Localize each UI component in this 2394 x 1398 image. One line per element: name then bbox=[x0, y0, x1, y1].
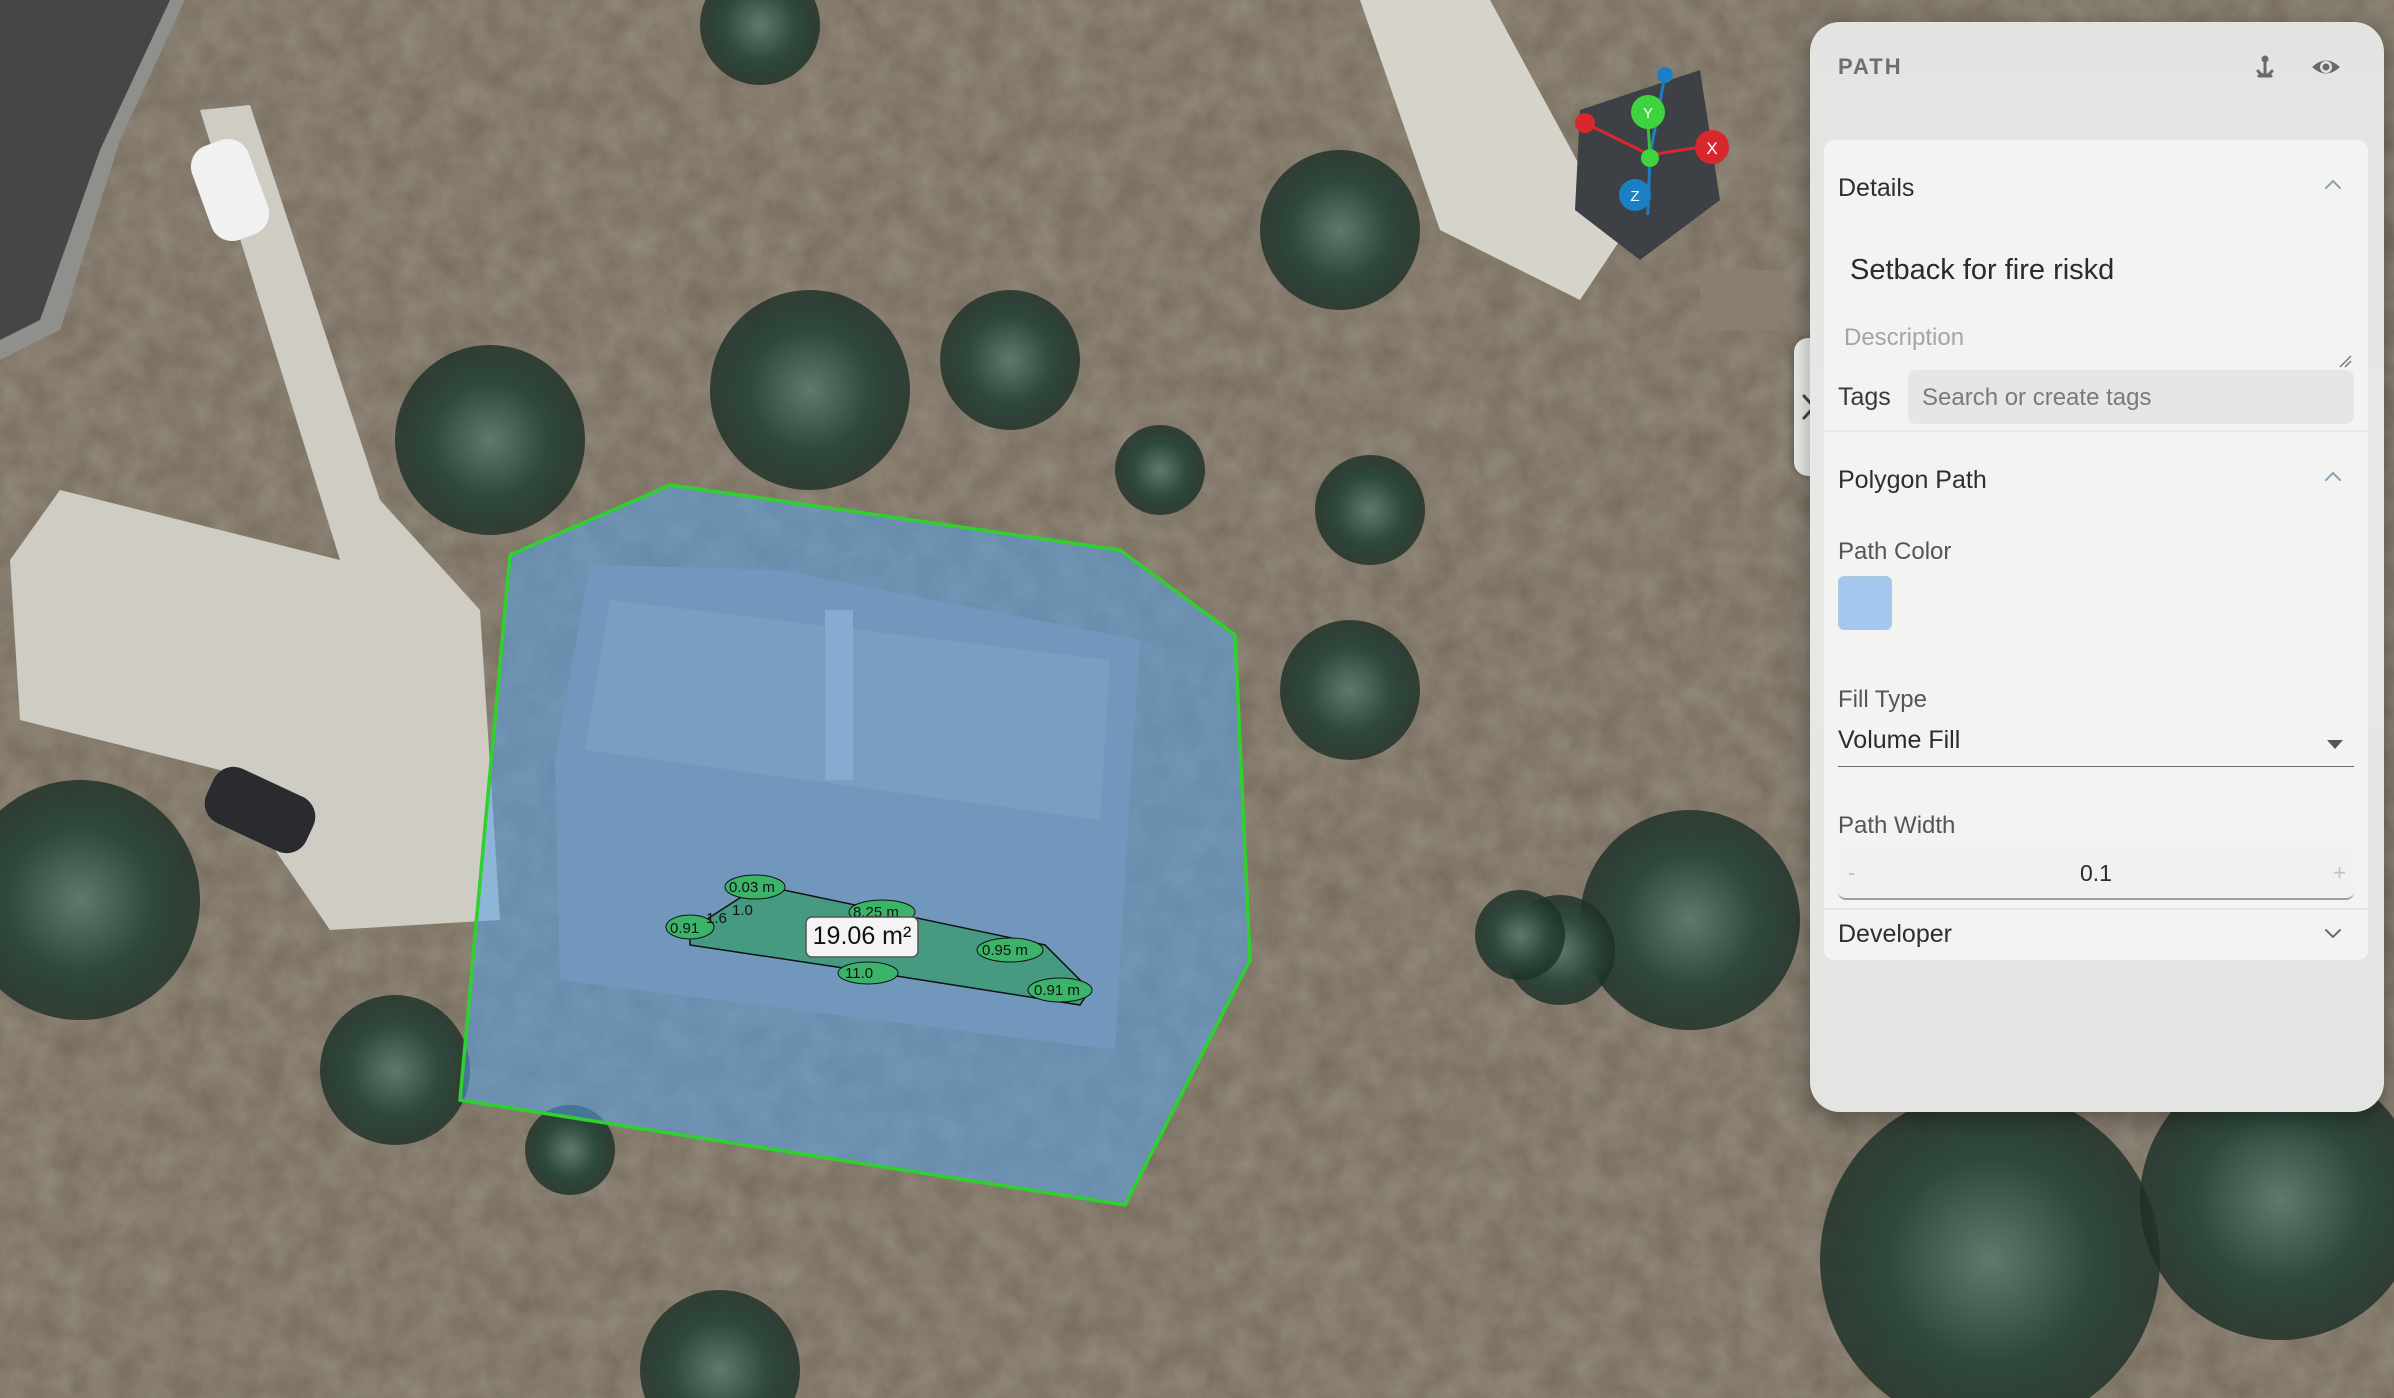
anchor-icon[interactable] bbox=[2250, 52, 2280, 82]
panel-title: PATH bbox=[1838, 54, 1903, 79]
svg-text:Y: Y bbox=[1643, 105, 1653, 122]
segment-label: 0.95 m bbox=[982, 942, 1028, 959]
chevron-up-icon[interactable] bbox=[2322, 466, 2344, 488]
polygon-path-section: Polygon Path Path Color Fill Type Volume… bbox=[1824, 432, 2368, 908]
segment-label: 0.03 m bbox=[729, 879, 775, 896]
path-name-input[interactable]: Setback for fire riskd bbox=[1850, 254, 2114, 287]
path-width-label: Path Width bbox=[1838, 812, 1956, 839]
fill-type-select[interactable]: Volume Fill bbox=[1838, 720, 2354, 767]
developer-heading[interactable]: Developer bbox=[1838, 920, 1952, 949]
dropdown-caret-icon bbox=[2327, 740, 2343, 749]
path-panel: PATH Details Setback for fire riskd Desc… bbox=[1810, 22, 2384, 1112]
tags-search-input[interactable]: Search or create tags bbox=[1908, 370, 2354, 424]
details-section: Details Setback for fire riskd Descripti… bbox=[1824, 140, 2368, 430]
tags-label: Tags bbox=[1838, 383, 1891, 411]
path-color-swatch[interactable] bbox=[1838, 576, 1892, 630]
fill-type-value: Volume Fill bbox=[1838, 726, 1961, 754]
transform-gizmo[interactable]: X Y Z bbox=[1565, 55, 1740, 215]
description-placeholder: Description bbox=[1844, 324, 1965, 351]
increment-button[interactable]: + bbox=[2333, 860, 2346, 886]
tags-placeholder: Search or create tags bbox=[1922, 384, 2152, 411]
chevron-up-icon[interactable] bbox=[2322, 174, 2344, 196]
path-color-label: Path Color bbox=[1838, 538, 1952, 565]
resize-handle-icon[interactable] bbox=[2338, 354, 2352, 368]
segment-label: 11.0 bbox=[845, 965, 873, 982]
visibility-eye-icon[interactable] bbox=[2310, 52, 2340, 82]
z-neg-handle-icon[interactable] bbox=[1657, 67, 1673, 83]
polygon-path-heading[interactable]: Polygon Path bbox=[1838, 466, 1987, 495]
polygon-path[interactable] bbox=[458, 483, 1252, 1207]
developer-section: Developer bbox=[1824, 910, 2368, 960]
svg-text:Z: Z bbox=[1630, 188, 1639, 205]
segment-label: 0.91 bbox=[670, 920, 699, 937]
chevron-down-icon[interactable] bbox=[2322, 922, 2344, 944]
fill-type-label: Fill Type bbox=[1838, 686, 1927, 713]
path-width-stepper[interactable]: - 0.1 + bbox=[1838, 848, 2354, 900]
svg-text:X: X bbox=[1706, 139, 1717, 158]
path-width-value[interactable]: 0.1 bbox=[1838, 860, 2354, 887]
y-neg-handle-icon[interactable] bbox=[1641, 149, 1659, 167]
segment-label: 0.91 m bbox=[1034, 982, 1080, 999]
description-field[interactable]: Description bbox=[1838, 310, 2354, 370]
area-label: 19.06 m² bbox=[813, 922, 912, 950]
segment-label: 1.6 bbox=[706, 910, 727, 927]
details-heading[interactable]: Details bbox=[1838, 174, 1914, 203]
segment-label: 1.0 bbox=[732, 902, 753, 919]
x-neg-handle-icon[interactable] bbox=[1575, 113, 1595, 133]
